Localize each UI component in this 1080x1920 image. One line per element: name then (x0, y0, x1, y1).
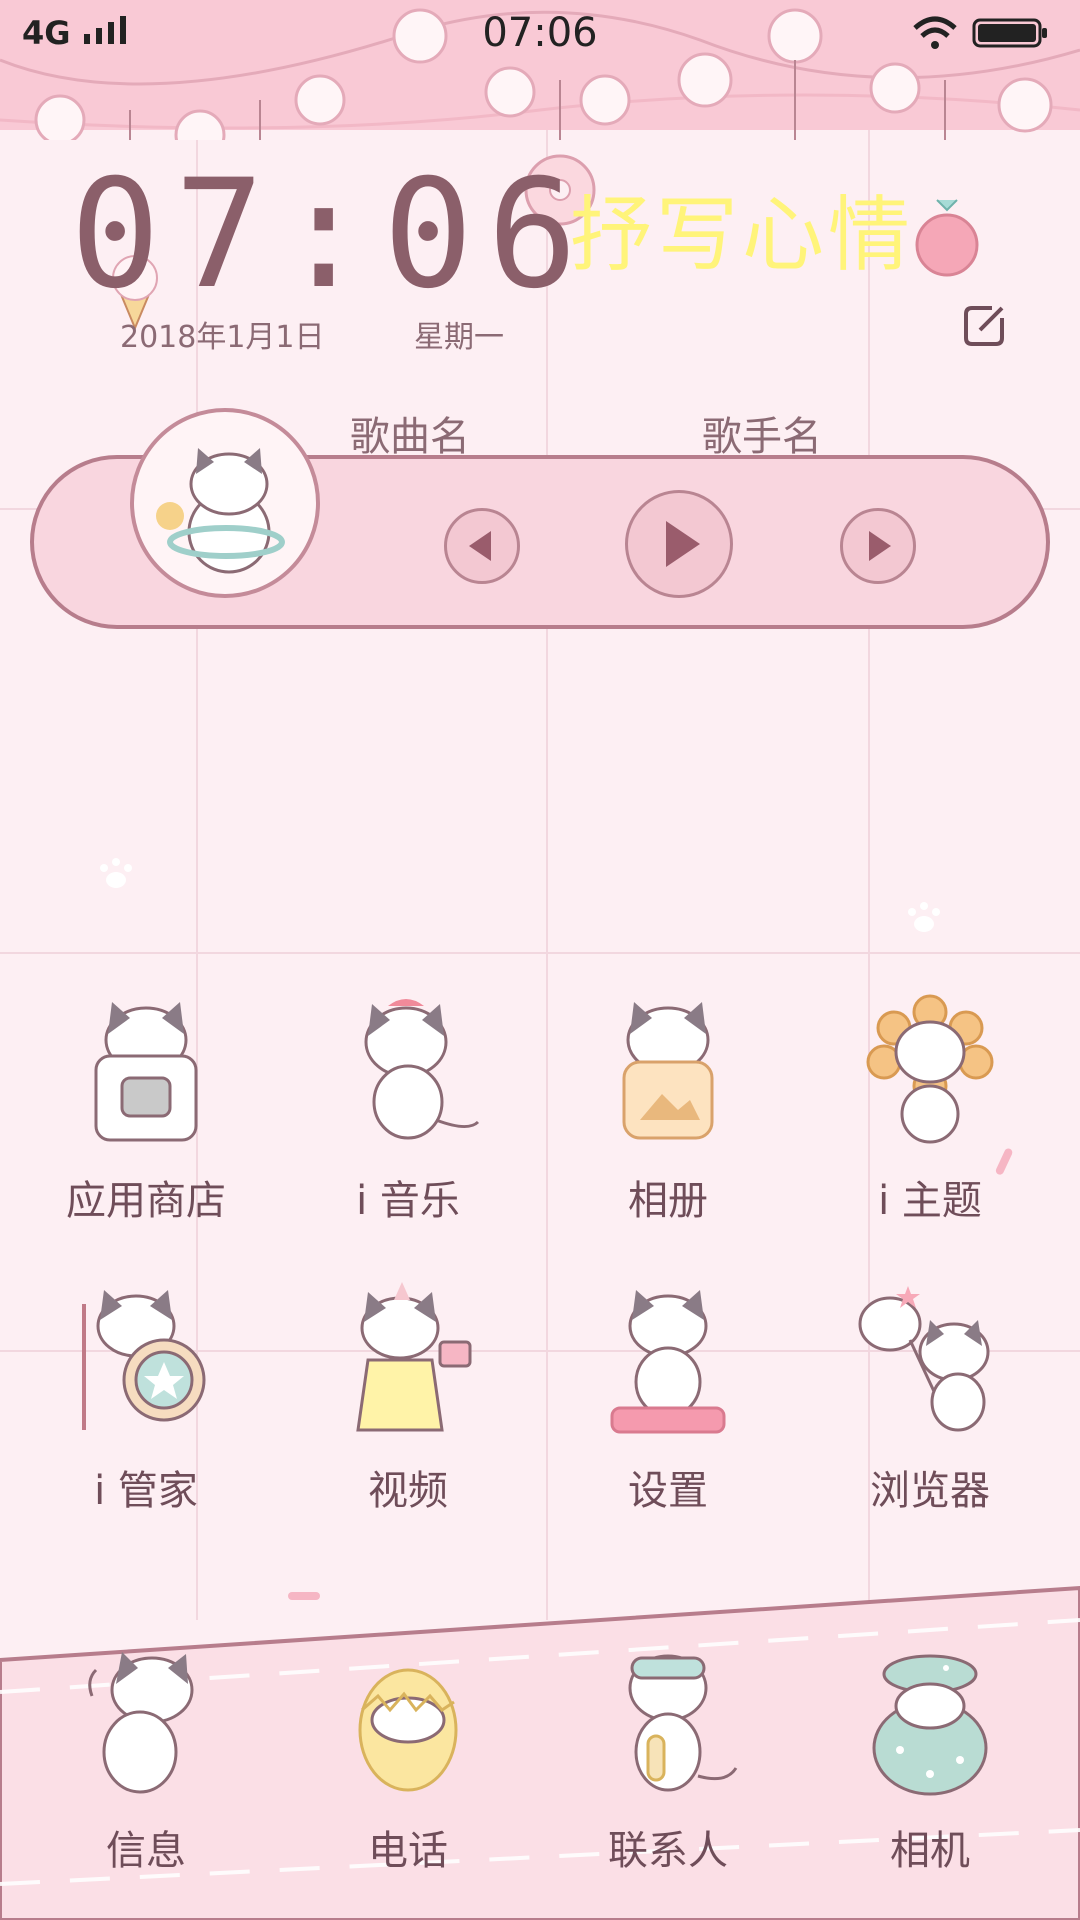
cherry-decoration (915, 199, 979, 277)
album-icon (622, 1002, 714, 1140)
camera-icon (872, 1654, 988, 1796)
widget-date: 2018年1月1日 (120, 320, 325, 355)
settings-icon (610, 1290, 726, 1434)
next-button[interactable] (840, 508, 916, 584)
singer-name: 歌手名 (702, 414, 822, 460)
dock-label: 联系人 (608, 1828, 728, 1874)
theme-icon (866, 994, 994, 1144)
status-bar: 4G 07:06 (0, 0, 1080, 64)
next-icon (869, 531, 891, 561)
app-label: 设置 (628, 1468, 708, 1514)
app-store-icon (94, 1002, 198, 1142)
app-album[interactable]: 相册 (548, 990, 788, 1226)
browser-icon (858, 1286, 990, 1432)
app-label: i 管家 (94, 1468, 198, 1514)
play-icon (666, 521, 700, 567)
manager-icon (82, 1290, 206, 1430)
dock-label: 电话 (368, 1828, 448, 1874)
messages-icon (88, 1652, 194, 1794)
app-label: i 音乐 (356, 1178, 460, 1224)
cat-mascot-icon (156, 448, 285, 574)
dock-phone[interactable]: 电话 (288, 1640, 528, 1876)
paw-decoration (908, 902, 940, 932)
music-icon (364, 999, 480, 1140)
edit-icon[interactable] (962, 304, 1006, 348)
mood-prompt[interactable]: 抒写心情 (570, 168, 914, 287)
song-name: 歌曲名 (350, 414, 470, 460)
app-theme[interactable]: i 主题 (810, 990, 1050, 1226)
widget-weekday: 星期一 (414, 320, 504, 355)
app-label: 浏览器 (870, 1468, 990, 1514)
previous-icon (469, 531, 491, 561)
paw-decoration (100, 858, 132, 888)
app-settings[interactable]: 设置 (548, 1280, 788, 1516)
battery-icon (972, 18, 1047, 48)
play-button[interactable] (625, 490, 733, 598)
app-label: 相册 (628, 1178, 708, 1224)
grid-line (0, 952, 1080, 954)
app-video[interactable]: 视频 (288, 1280, 528, 1516)
app-app-store[interactable]: 应用商店 (26, 990, 266, 1226)
app-manager[interactable]: i 管家 (26, 1280, 266, 1516)
app-music[interactable]: i 音乐 (288, 990, 528, 1226)
phone-icon (358, 1668, 458, 1792)
previous-button[interactable] (444, 508, 520, 584)
video-icon (356, 1282, 472, 1432)
album-art[interactable] (130, 408, 320, 598)
dock-camera[interactable]: 相机 (810, 1640, 1050, 1876)
dock-contacts[interactable]: 联系人 (548, 1640, 788, 1876)
dock-label: 相机 (890, 1828, 970, 1874)
wifi-icon (913, 16, 957, 49)
app-label: i 主题 (878, 1178, 982, 1224)
app-label: 视频 (368, 1468, 448, 1514)
dock-label: 信息 (106, 1828, 186, 1874)
app-label: 应用商店 (66, 1178, 226, 1224)
dock-messages[interactable]: 信息 (26, 1640, 266, 1876)
app-browser[interactable]: 浏览器 (810, 1280, 1050, 1516)
widget-clock[interactable]: 07:06 (70, 160, 592, 310)
contacts-icon (628, 1654, 738, 1792)
